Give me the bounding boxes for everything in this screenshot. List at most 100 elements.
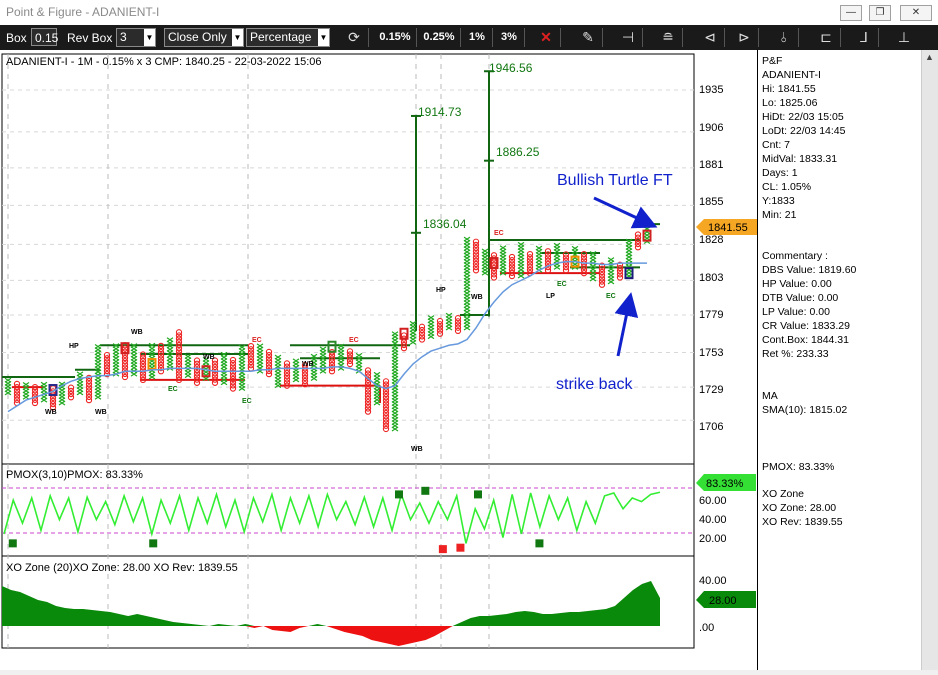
- info-line: CL: 1.05%: [762, 181, 812, 193]
- target-1914-label: 1914.73: [418, 105, 462, 119]
- y-tick: 40.00: [699, 575, 727, 587]
- info-line: P&F: [762, 55, 783, 67]
- xo-value-flag: 28.00: [696, 591, 756, 608]
- y-tick: 1803: [699, 272, 723, 284]
- current-price-flag: 1841.55: [696, 219, 758, 235]
- pmox-header: PMOX(3,10)PMOX: 83.33%: [6, 469, 143, 481]
- horizontal-line-icon[interactable]: ≘: [654, 28, 683, 47]
- info-line: Hi: 1841.55: [762, 83, 816, 95]
- target-1886-label: 1886.25: [496, 145, 540, 159]
- info-line: Commentary :: [762, 250, 828, 262]
- close-window-icon[interactable]: ✕: [900, 5, 932, 21]
- ec-label: EC: [494, 230, 504, 237]
- wb-label: WB: [95, 409, 107, 416]
- info-line: XO Zone: 28.00: [762, 502, 837, 514]
- y-tick: 1881: [699, 159, 723, 171]
- chevron-down-icon: ▼: [144, 29, 155, 46]
- hp-label: HP: [436, 287, 446, 294]
- ec-label: EC: [557, 281, 567, 288]
- info-line: LoDt: 22/03 14:45: [762, 125, 846, 137]
- info-line: PMOX: 83.33%: [762, 461, 835, 473]
- info-line: DBS Value: 1819.60: [762, 264, 857, 276]
- chart-area[interactable]: ADANIENT-I - 1M - 0.15% x 3 CMP: 1840.25…: [0, 50, 758, 670]
- pmox-marker: [438, 545, 447, 554]
- y-tick: .00: [699, 622, 714, 634]
- info-line: SMA(10): 1815.02: [762, 404, 848, 416]
- delete-icon[interactable]: ✕: [532, 28, 561, 47]
- angle-right-icon[interactable]: ⊳: [730, 28, 759, 47]
- box-input[interactable]: 0.15: [31, 28, 58, 46]
- target-1836-label: 1836.04: [423, 217, 467, 231]
- y-tick: 1906: [699, 122, 723, 134]
- y-tick: 1935: [699, 84, 723, 96]
- pmox-marker: [8, 539, 17, 548]
- revbox-label: Rev Box: [67, 31, 113, 45]
- info-line: Lo: 1825.06: [762, 97, 818, 109]
- box-type-dropdown[interactable]: Percentage ▼: [246, 28, 330, 47]
- price-mode-value: Close Only: [168, 30, 227, 44]
- svg-text:1841.55: 1841.55: [708, 222, 748, 234]
- y-tick: 60.00: [699, 495, 727, 507]
- ec-label: EC: [349, 337, 359, 344]
- svg-text:28.00: 28.00: [709, 595, 737, 607]
- preset-025-button[interactable]: 0.25%: [418, 28, 461, 47]
- info-line: DTB Value: 0.00: [762, 292, 839, 304]
- hook-tool-icon[interactable]: ⅃: [850, 28, 879, 47]
- pmox-y-axis: 60.00 40.00 20.00: [699, 495, 727, 545]
- ec-label: EC: [252, 337, 262, 344]
- info-line: Min: 21: [762, 209, 797, 221]
- ec-label: EC: [168, 386, 178, 393]
- ec-label: EC: [606, 293, 616, 300]
- y-tick: 20.00: [699, 533, 727, 545]
- y-tick: 1729: [699, 384, 723, 396]
- vertical-tool-icon[interactable]: ⫰: [770, 28, 799, 47]
- wb-label: WB: [471, 294, 483, 301]
- main-y-axis: 1935 1906 1881 1855 1828 1803 1779 1753 …: [699, 84, 723, 433]
- wb-label: WB: [411, 446, 423, 453]
- refresh-icon[interactable]: ⟳: [340, 28, 369, 47]
- pmox-value-flag: 83.33%: [696, 474, 756, 491]
- pmox-marker: [456, 543, 465, 552]
- preset-1-button[interactable]: 1%: [462, 28, 493, 47]
- ec-label: EC: [242, 398, 252, 405]
- wb-label: WB: [131, 329, 143, 336]
- scroll-up-icon[interactable]: ▲: [925, 52, 934, 62]
- strike-back-annotation: strike back: [556, 376, 633, 393]
- price-mode-dropdown[interactable]: Close Only ▼: [164, 28, 244, 47]
- pmox-marker: [149, 539, 158, 548]
- bullish-turtle-annotation: Bullish Turtle FT: [557, 172, 673, 189]
- draw-pencil-icon[interactable]: ✎: [574, 28, 603, 47]
- step-tool-icon[interactable]: ⊏: [812, 28, 841, 47]
- info-line: LP Value: 0.00: [762, 306, 830, 318]
- wb-label: WB: [302, 361, 314, 368]
- y-tick: 1779: [699, 309, 723, 321]
- fixed-line-icon[interactable]: ⊣: [614, 28, 643, 47]
- info-line: Y:1833: [762, 195, 795, 207]
- wb-label: WB: [203, 354, 215, 361]
- svg-text:83.33%: 83.33%: [706, 478, 744, 490]
- pin-tool-icon[interactable]: ⊥: [890, 28, 918, 47]
- info-line: Cnt: 7: [762, 139, 791, 151]
- preset-015-button[interactable]: 0.15%: [374, 28, 417, 47]
- info-line: ADANIENT-I: [762, 69, 821, 81]
- target-1946-label: 1946.56: [489, 61, 533, 75]
- chart-svg[interactable]: ADANIENT-I - 1M - 0.15% x 3 CMP: 1840.25…: [0, 50, 758, 670]
- info-line: XO Zone: [762, 488, 805, 500]
- y-tick: 1706: [699, 421, 723, 433]
- title-bar: Point & Figure - ADANIENT-I — ❐ ✕: [0, 0, 938, 25]
- toolbar: Box 0.15 Rev Box 3 ▼ Close Only ▼ Percen…: [0, 25, 938, 50]
- pmox-marker: [421, 486, 430, 495]
- info-panel: P&F ADANIENT-I Hi: 1841.55 Lo: 1825.06 HiDt:…: [757, 50, 921, 670]
- restore-icon[interactable]: ❐: [869, 5, 891, 21]
- revbox-dropdown[interactable]: 3 ▼: [116, 28, 156, 47]
- wb-label: WB: [45, 409, 57, 416]
- scrollbar[interactable]: ▲: [921, 50, 938, 670]
- pmox-marker: [535, 539, 544, 548]
- angle-left-icon[interactable]: ⊲: [696, 28, 725, 47]
- minimize-icon[interactable]: —: [840, 5, 862, 21]
- y-tick: 1855: [699, 196, 723, 208]
- y-tick: 1828: [699, 234, 723, 246]
- box-type-value: Percentage: [250, 30, 312, 44]
- lp-label: LP: [546, 293, 555, 300]
- preset-3-button[interactable]: 3%: [494, 28, 525, 47]
